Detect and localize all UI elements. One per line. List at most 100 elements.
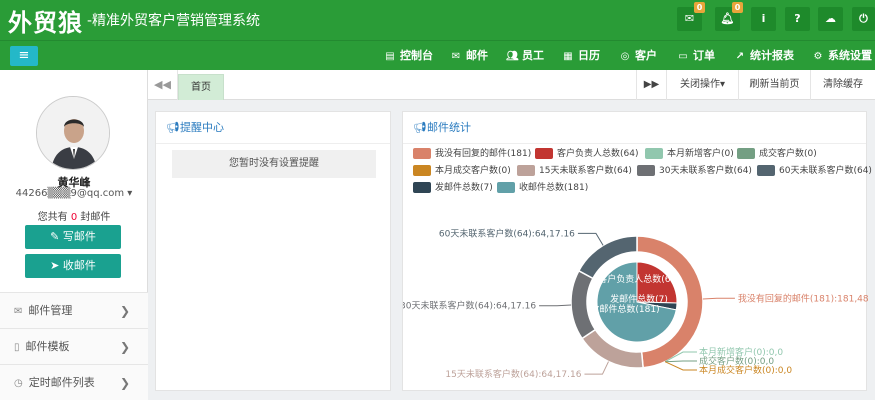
nav-orders[interactable]: ▭ 订单 (677, 41, 715, 71)
legend-item[interactable]: 30天未联系客户数(64) (637, 165, 752, 177)
chevron-right-icon: ❯ (119, 304, 130, 318)
tab-bar: ◀◀ 首页 ▶▶ 关闭操作▾ 刷新当前页 清除缓存 (148, 70, 875, 100)
mail-count-text: 您共有 0 封邮件 (0, 208, 148, 223)
legend-label: 我没有回复的邮件(181) (435, 149, 532, 159)
legend-item[interactable]: 本月新增客户(0) (645, 148, 734, 160)
info-button[interactable]: i (751, 7, 776, 31)
user-email-dropdown[interactable]: 44266▒▒▒9@qq.com ▾ (0, 188, 148, 199)
tab-home[interactable]: 首页 (178, 74, 224, 100)
envelope-icon: ✉ (451, 51, 461, 62)
legend-swatch (645, 148, 663, 159)
receive-mail-button[interactable]: ➤ 收邮件 (25, 254, 121, 278)
mail-stats-pie-chart: 客户负责人总数(64) 发邮件总数(7)收邮件总数(181) 我没有回复的邮件(18… (403, 227, 868, 380)
calendar-icon: ▦ (563, 51, 573, 62)
clear-cache-button[interactable]: 清除缓存 (810, 70, 875, 100)
nav-settings[interactable]: ⚙ 系统设置 (812, 41, 872, 71)
mail-badge: 0 (694, 2, 705, 13)
outer-slice-label: 30天未联系客户数(64):64,17.16 (403, 300, 536, 312)
legend-item[interactable]: 客户负责人总数(64) (535, 148, 638, 160)
sidebar-item-mail-templates[interactable]: ▯ 邮件模板 ❯ (0, 328, 148, 364)
write-mail-button[interactable]: ✎ 写邮件 (25, 225, 121, 249)
tab-scroll-left-button[interactable]: ◀◀ (148, 70, 178, 100)
avatar[interactable] (36, 96, 110, 170)
nav-label: 订单 (693, 49, 715, 62)
reminder-panel: 📢︎提醒中心 您暂时没有设置提醒 (155, 111, 391, 391)
legend-swatch (497, 182, 515, 193)
help-button[interactable]: ? (785, 7, 810, 31)
main-nav: ≡ ▤ 控制台 ✉ 邮件 👥︎ 员工 ▦ 日历 ◎ 客户 ▭ 订单 ↗ 统计报表 ⚙ 系统设置 (0, 40, 875, 70)
inner-slice-label: 发邮件总数(7) (610, 293, 668, 305)
legend-item[interactable]: 本月成交客户数(0) (413, 165, 511, 177)
nav-label: 邮件 (466, 49, 488, 62)
legend-label: 本月新增客户(0) (667, 149, 734, 159)
legend-swatch (737, 148, 755, 159)
users-icon: 👥︎ (506, 51, 519, 62)
send-icon: ➤ (50, 259, 63, 272)
power-button[interactable]: ⏻ (852, 7, 875, 31)
hamburger-icon: ≡ (18, 48, 30, 63)
legend-item[interactable]: 15天未联系客户数(64) (517, 165, 632, 177)
nav-reports[interactable]: ↗ 统计报表 (734, 41, 794, 71)
user-portrait-icon (37, 97, 109, 169)
leader-line (539, 304, 572, 307)
leader-line (664, 361, 697, 371)
bell-notify-button[interactable]: 🔔︎ 0 (715, 2, 743, 31)
legend-swatch (413, 182, 431, 193)
legend-item[interactable]: 发邮件总数(7) (413, 182, 493, 194)
nav-label: 员工 (522, 49, 544, 62)
outer-slice-label: 本月成交客户数(0):0,0 (699, 364, 792, 376)
legend-label: 本月成交客户数(0) (435, 166, 511, 176)
leader-line (665, 360, 697, 363)
app-logo[interactable]: 外贸狼 -精准外贸客户营销管理系统 (8, 5, 260, 37)
nav-label: 系统设置 (828, 49, 872, 62)
menu-toggle-button[interactable]: ≡ (10, 46, 38, 66)
mail-notify-button[interactable]: ✉ 0 (677, 2, 705, 31)
power-icon: ⏻ (859, 12, 868, 25)
legend-label: 客户负责人总数(64) (557, 149, 639, 159)
chevron-right-icon: ❯ (119, 340, 130, 354)
legend-item[interactable]: 我没有回复的邮件(181) (413, 148, 531, 160)
legend-item[interactable]: 收邮件总数(181) (497, 182, 588, 194)
bell-badge: 0 (732, 2, 743, 13)
nav-customers[interactable]: ◎ 客户 (619, 41, 657, 71)
nav-dashboard[interactable]: ▤ 控制台 (384, 41, 433, 71)
leader-line (584, 361, 609, 375)
info-icon: i (761, 12, 766, 25)
double-chevron-left-icon: ◀◀ (154, 78, 171, 91)
clock-icon: ◷ (14, 378, 23, 389)
list-icon: ▭ (678, 51, 688, 62)
reminder-empty-note: 您暂时没有设置提醒 (172, 150, 376, 178)
legend-swatch (517, 165, 535, 176)
legend-item[interactable]: 成交客户数(0) (737, 148, 817, 160)
sidebar-item-scheduled-mail[interactable]: ◷ 定时邮件列表 ❯ (0, 364, 148, 400)
mail-count-prefix: 您共有 (37, 212, 68, 223)
close-operations-dropdown[interactable]: 关闭操作▾ (666, 70, 738, 100)
gears-icon: ⚙ (813, 51, 823, 62)
legend-item[interactable]: 60天未联系客户数(64) (757, 165, 872, 177)
sidebar-item-mail-management[interactable]: ✉ 邮件管理 ❯ (0, 292, 148, 328)
nav-label: 统计报表 (750, 49, 794, 62)
nav-staff[interactable]: 👥︎ 员工 (506, 41, 544, 71)
legend-label: 成交客户数(0) (759, 149, 817, 159)
nav-calendar[interactable]: ▦ 日历 (562, 41, 600, 71)
sidebar-item-label: 定时邮件列表 (28, 376, 95, 389)
write-mail-label: 写邮件 (62, 230, 96, 243)
leader-line (702, 297, 735, 300)
mail-stats-panel: 📢︎邮件统计 我没有回复的邮件(181) 客户负责人总数(64) 本月新增客户(… (402, 111, 872, 391)
handshake-icon: ◎ (620, 51, 630, 62)
mail-stats-panel-title: 📢︎邮件统计 (403, 112, 866, 144)
nav-mail[interactable]: ✉ 邮件 (450, 41, 488, 71)
cloud-download-button[interactable]: ☁ (818, 7, 843, 31)
envelope-icon: ✉ (14, 306, 23, 317)
nav-label: 控制台 (400, 49, 433, 62)
refresh-page-button[interactable]: 刷新当前页 (738, 70, 810, 100)
sidebar-item-label: 邮件模板 (25, 340, 70, 353)
legend-swatch (637, 165, 655, 176)
sidebar: 黄华峰 44266▒▒▒9@qq.com ▾ 您共有 0 封邮件 ✎ 写邮件 ➤… (0, 70, 148, 400)
legend-swatch (757, 165, 775, 176)
tab-scroll-right-button[interactable]: ▶▶ (636, 70, 666, 100)
outer-slice-label: 60天未联系客户数(64):64,17.16 (439, 227, 575, 239)
logo-text: 外贸狼 (8, 7, 83, 37)
nav-label: 日历 (578, 49, 600, 62)
inner-slice-label: 收邮件总数(181) (590, 303, 659, 315)
